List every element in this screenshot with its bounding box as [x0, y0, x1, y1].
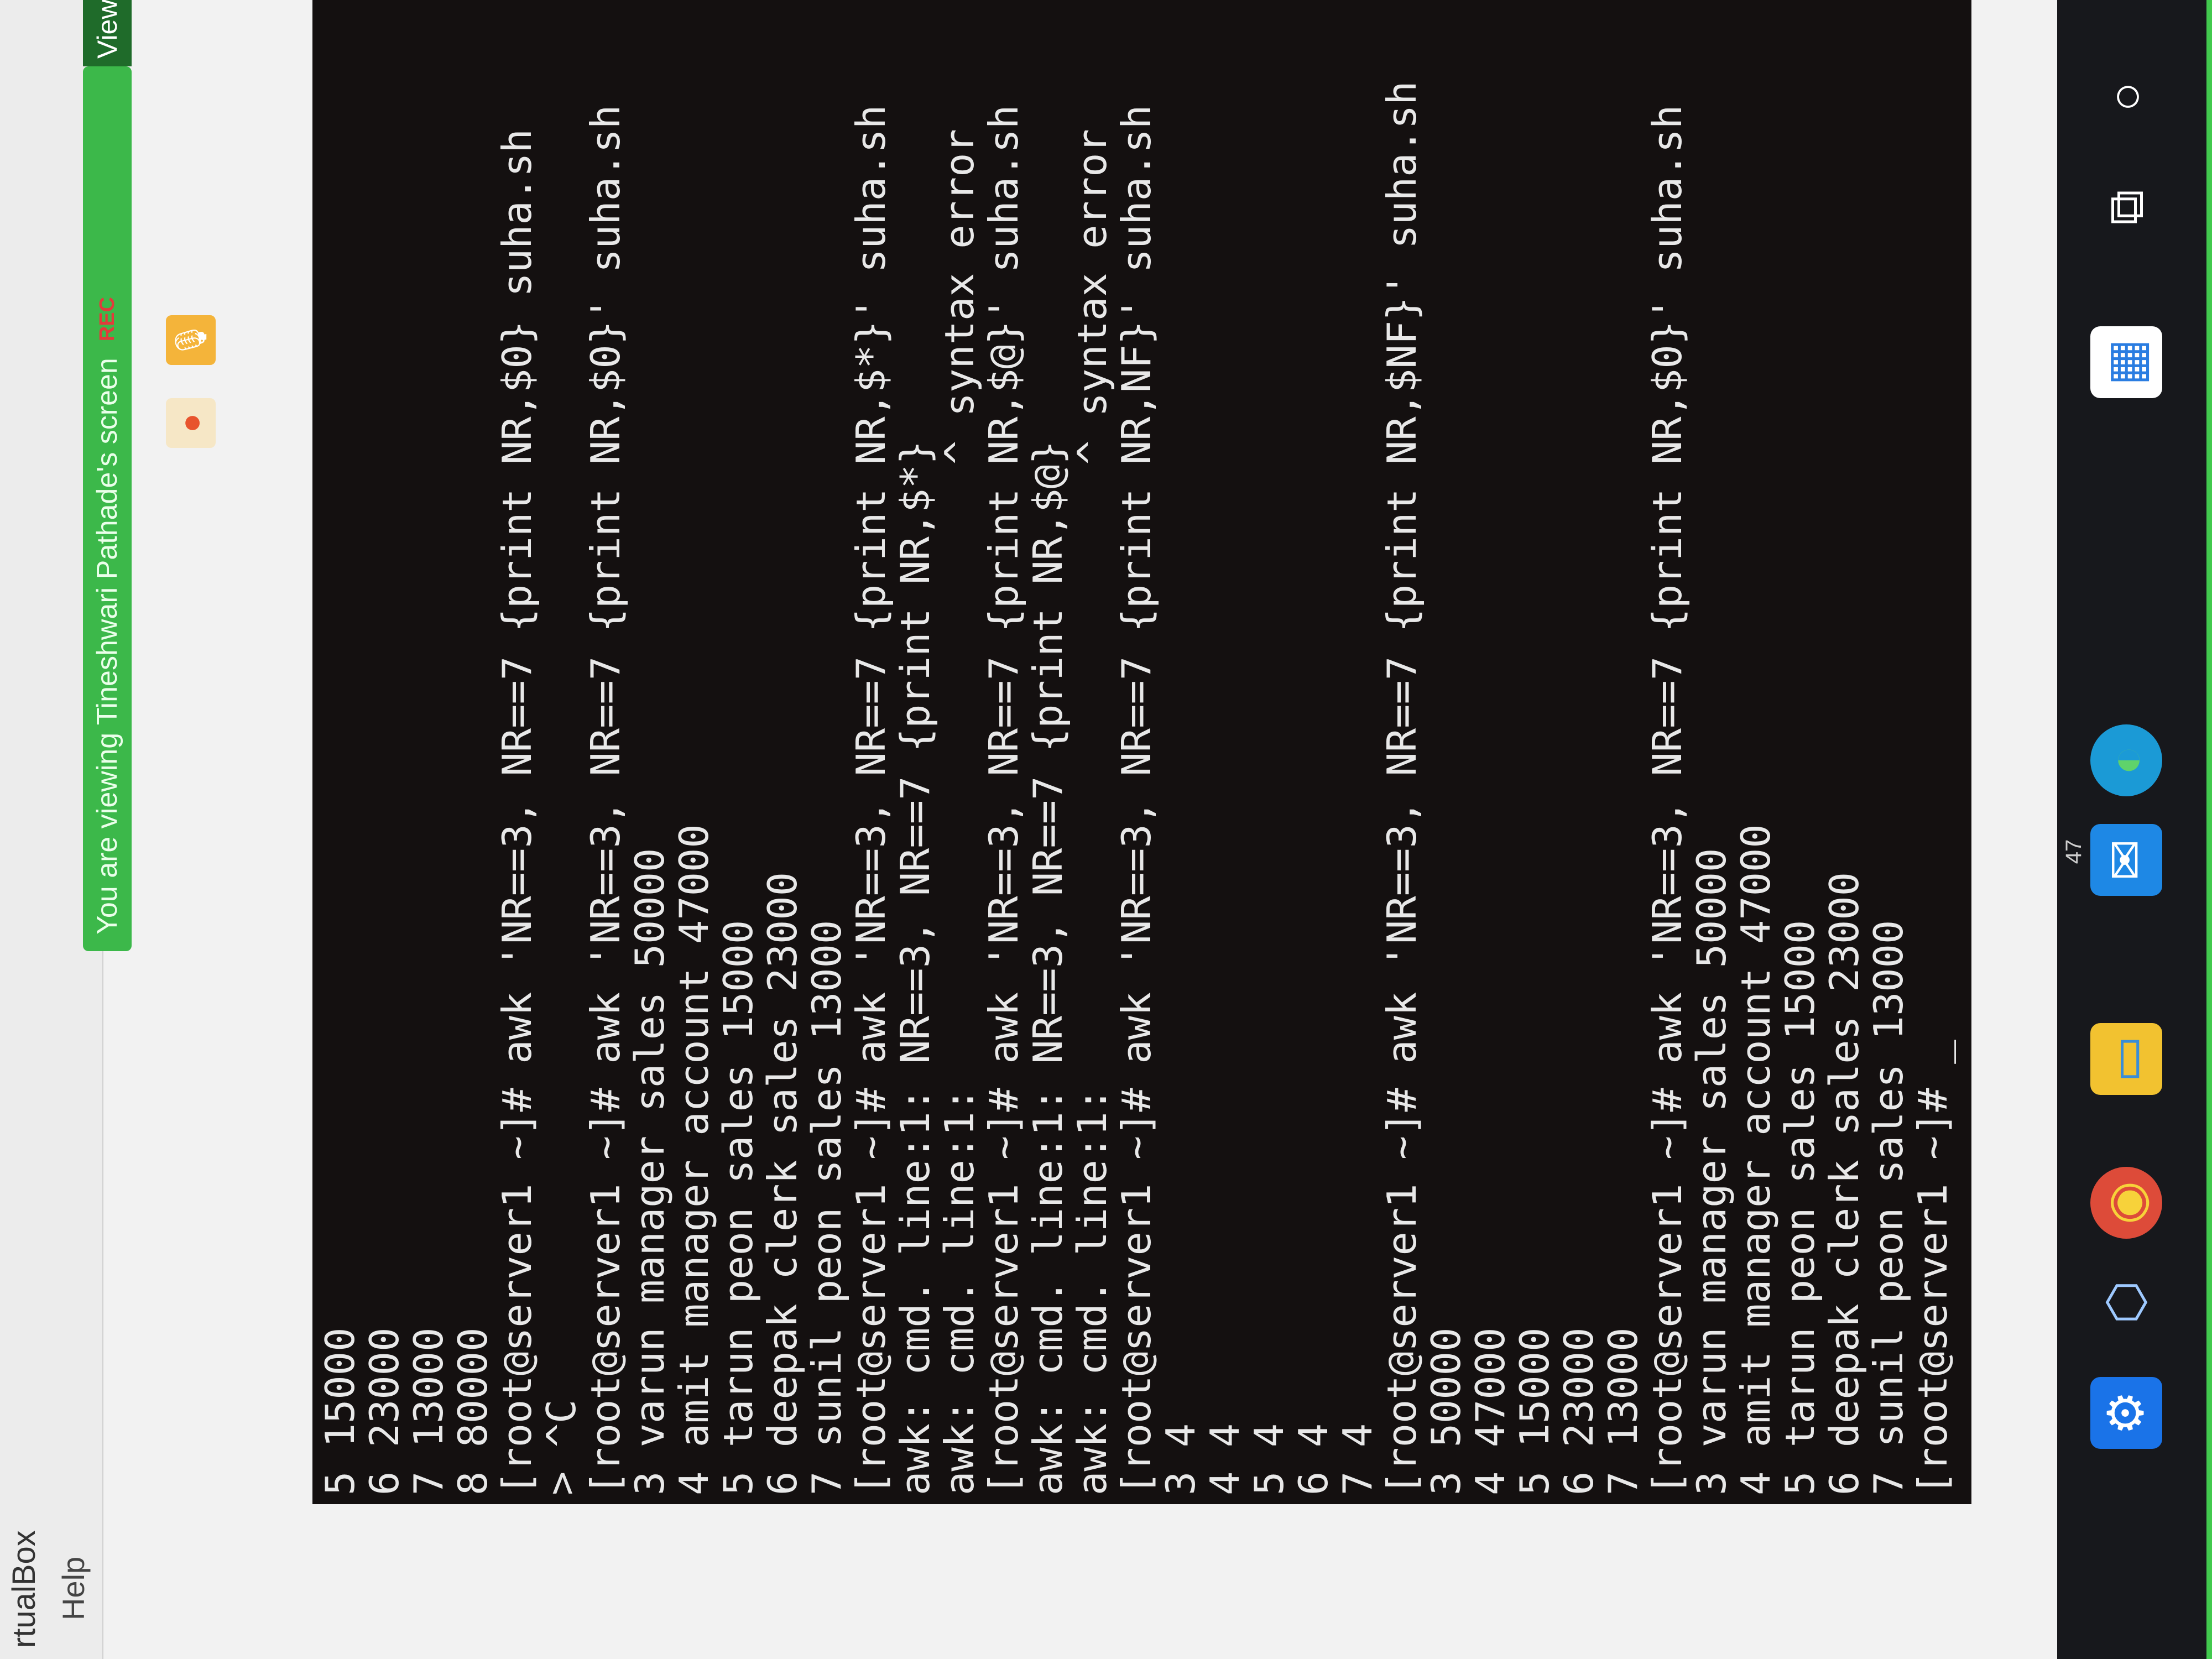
- terminal-line: 7 sunil peon sales 13000: [804, 920, 850, 1495]
- terminal-line: 7 4: [1334, 1423, 1381, 1495]
- terminal-line: 8 80000: [450, 1327, 496, 1495]
- terminal-line: [root@server1 ~]# awk 'NR==3, NR==7 {pri…: [494, 129, 540, 1495]
- terminal-line: awk: cmd. line:1: NR==3, NR==7 {print NR…: [1025, 440, 1071, 1495]
- view-options-button[interactable]: View: [83, 0, 132, 66]
- menu-item-help[interactable]: Help: [55, 1557, 91, 1620]
- terminal-line: 5 15000: [1511, 1327, 1558, 1495]
- terminal-line: 3 varun manager sales 50000: [1688, 848, 1735, 1495]
- terminal-line: [root@server1 ~]# awk 'NR==3, NR==7 {pri…: [1113, 105, 1160, 1495]
- edge-browser-icon[interactable]: ◐: [2090, 724, 2162, 796]
- task-view-icon[interactable]: ⧉: [2090, 171, 2162, 243]
- terminal-line: awk: cmd. line:1: ^ syntax error: [936, 129, 983, 1495]
- terminal-line: awk: cmd. line:1: ^ syntax error: [1069, 129, 1115, 1495]
- terminal-line: awk: cmd. line:1: NR==3, NR==7 {print NR…: [892, 440, 938, 1495]
- mail-icon[interactable]: ✉: [2090, 824, 2162, 896]
- screen-share-banner: You are viewing Tineshwari Pathade's scr…: [83, 66, 132, 951]
- terminal-line: 6 23000: [361, 1327, 408, 1495]
- terminal-line: 4 47000: [1467, 1327, 1514, 1495]
- terminal-line: > ^C: [538, 1399, 585, 1495]
- photographed-screen: rtualBox Help You are viewing Tineshwari…: [0, 0, 2212, 1659]
- chrome-browser-icon[interactable]: ◉: [2090, 1167, 2162, 1239]
- terminal-line: 5 tarun peon sales 15000: [715, 920, 761, 1495]
- terminal-line: 3 4: [1157, 1423, 1204, 1495]
- terminal-line: 7 13000: [405, 1327, 452, 1495]
- terminal-line: [root@server1 ~]# awk 'NR==3, NR==7 {pri…: [582, 105, 629, 1495]
- terminal-line: [root@server1 ~]# awk 'NR==3, NR==7 {pri…: [848, 105, 894, 1495]
- terminal-line: [root@server1 ~]# awk 'NR==3, NR==7 {pri…: [1379, 81, 1425, 1495]
- terminal-line: [root@server1 ~]# awk 'NR==3, NR==7 {pri…: [1644, 105, 1691, 1495]
- terminal-line: 4 4: [1202, 1423, 1248, 1495]
- weather-widget[interactable]: 47: [2057, 830, 2090, 874]
- terminal-line: 6 deepak clerk sales 23000: [1821, 872, 1867, 1495]
- terminal-line: 4 amit manager account 47000: [1733, 824, 1779, 1495]
- windows-taskbar: ○ ⧉ ▦ 47 ◐ ✉ ▭ ◉ ⬡ ⚙: [2057, 0, 2212, 1659]
- terminal-console[interactable]: 5 15000 6 23000 7 13000 8 80000 [root@server…: [312, 0, 1971, 1504]
- terminal-line: [root@server1 ~]# _: [1910, 1040, 1956, 1495]
- microphone-icon[interactable]: 🎙: [166, 315, 216, 365]
- terminal-line: 6 23000: [1556, 1327, 1602, 1495]
- screen-share-banner-text: You are viewing Tineshwari Pathade's scr…: [91, 358, 123, 935]
- terminal-line: [root@server1 ~]# awk 'NR==3, NR==7 {pri…: [980, 105, 1027, 1495]
- microsoft-store-icon[interactable]: ▦: [2090, 326, 2162, 398]
- terminal-line: 7 sunil peon sales 13000: [1865, 920, 1912, 1495]
- settings-app-icon[interactable]: ⚙: [2090, 1377, 2162, 1449]
- file-explorer-icon[interactable]: ▭: [2090, 1023, 2162, 1095]
- terminal-line: 3 50000: [1423, 1327, 1469, 1495]
- virtualbox-icon[interactable]: ⬡: [2090, 1266, 2162, 1338]
- terminal-line: 5 tarun peon sales 15000: [1777, 920, 1823, 1495]
- share-border: [2206, 0, 2212, 1659]
- start-search-icon[interactable]: ○: [2090, 61, 2162, 133]
- zoom-app-icon[interactable]: ●: [166, 398, 216, 448]
- terminal-line: 4 amit manager account 47000: [671, 824, 717, 1495]
- terminal-line: 5 4: [1246, 1423, 1292, 1495]
- terminal-line: 7 13000: [1600, 1327, 1646, 1495]
- rec-indicator: REC: [95, 296, 119, 342]
- window-title: rtualBox: [6, 1530, 42, 1648]
- terminal-line: 6 deepak clerk sales 23000: [759, 872, 806, 1495]
- terminal-line: 3 varun manager sales 50000: [627, 848, 673, 1495]
- terminal-line: 6 4: [1290, 1423, 1337, 1495]
- terminal-line: 5 15000: [317, 1327, 363, 1495]
